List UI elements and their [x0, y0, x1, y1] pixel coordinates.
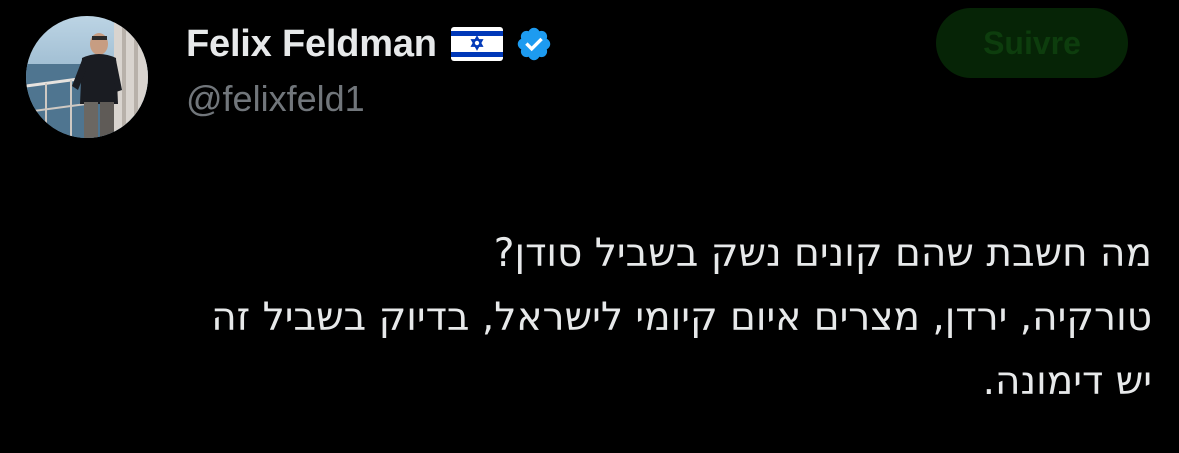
user-info: Felix Feldman @felixfeld1: [186, 18, 553, 120]
avatar-photo: [26, 16, 148, 138]
display-name[interactable]: Felix Feldman: [186, 23, 437, 66]
israel-flag-icon: [450, 27, 503, 61]
verified-badge-icon[interactable]: [515, 25, 553, 63]
avatar[interactable]: [26, 16, 148, 138]
tweet-text-line: מה חשבת שהם קונים נשק בשביל סודן?: [493, 231, 1152, 276]
tweet-text-line: טורקיה, ירדן, מצרים איום קיומי לישראל, ב…: [211, 295, 1152, 340]
user-handle[interactable]: @felixfeld1: [186, 78, 553, 120]
tweet-text-line: יש דימונה.: [982, 359, 1152, 404]
follow-button[interactable]: Suivre: [936, 8, 1128, 78]
tweet-text: מה חשבת שהם קונים נשק בשביל סודן? טורקיה…: [22, 222, 1152, 414]
tweet-card: Felix Feldman @felixfeld1 Suivre מה חשבת…: [0, 0, 1179, 453]
name-row: Felix Feldman: [186, 18, 553, 70]
